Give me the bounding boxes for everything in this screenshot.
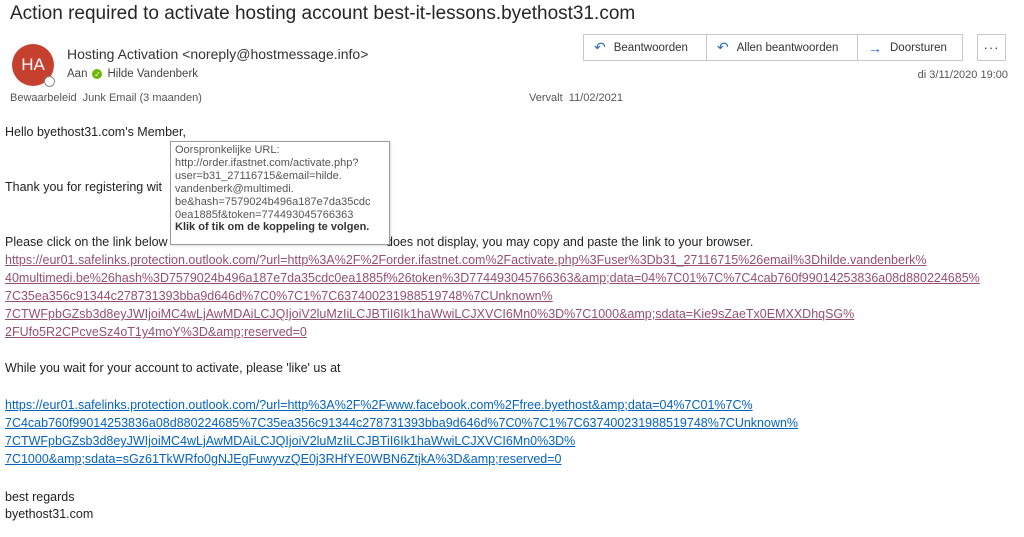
reply-label: Beantwoorden: [613, 41, 688, 54]
signature-text: byethost31.com: [5, 507, 94, 521]
tooltip-line: http://order.ifastnet.com/activate.php?: [175, 156, 359, 169]
activation-link-line[interactable]: 40multimedi.be%26hash%3D7579024b496a187e…: [5, 271, 980, 285]
like-text: While you wait for your account to activ…: [5, 361, 341, 375]
activation-link-line[interactable]: 7C35ea356c91344c278731393bba9d646d%7C0%7…: [5, 289, 553, 303]
tooltip-line: 0ea1885f&token=774493045766363: [175, 208, 354, 221]
reply-all-label: Allen beantwoorden: [736, 41, 839, 54]
reply-all-button[interactable]: ↶ Allen beantwoorden: [706, 34, 858, 61]
message-actions: ↶ Beantwoorden ↶ Allen beantwoorden → Do…: [583, 34, 963, 61]
greeting-text: Hello byethost31.com's Member,: [5, 125, 186, 139]
recipient-line: Aan ✓ Hilde Vandenberk: [67, 68, 198, 80]
facebook-link-line[interactable]: 7C1000&amp;sdata=sGz61TkWRfo0gNJEgFuwyvz…: [5, 452, 561, 466]
presence-status-icon: [44, 76, 55, 87]
facebook-link-line[interactable]: 7C4cab760f99014253836a08d880224685%7C35e…: [5, 416, 798, 430]
facebook-link-line[interactable]: 7CTWFpbGZsb3d8eyJWIjoiMC4wLjAwMDAiLCJQIj…: [5, 434, 575, 448]
tooltip-action-hint: Klik of tik om de koppeling te volgen.: [175, 221, 370, 234]
retention-policy: Bewaarbeleid Junk Email (3 maanden): [10, 92, 202, 104]
avatar-initials: HA: [21, 55, 45, 74]
forward-button[interactable]: → Doorsturen: [857, 34, 963, 61]
recipient-name[interactable]: Hilde Vandenberk: [107, 68, 198, 80]
forward-label: Doorsturen: [890, 41, 947, 54]
regards-text: best regards: [5, 490, 75, 504]
reply-arrow-icon: ↶: [594, 39, 606, 55]
forward-arrow-icon: →: [868, 39, 882, 56]
email-subject: Action required to activate hosting acco…: [10, 3, 636, 24]
facebook-link-line[interactable]: https://eur01.safelinks.protection.outlo…: [5, 398, 753, 412]
reply-all-arrow-icon: ↶: [717, 39, 729, 55]
thanks-text: Thank you for registering wit: [5, 180, 163, 194]
expires-info: Vervalt 11/02/2021: [529, 92, 623, 104]
retention-label: Bewaarbeleid: [10, 92, 77, 104]
link-tooltip: Oorspronkelijke URL: http://order.ifastn…: [170, 141, 390, 245]
check-icon: ✓: [92, 69, 103, 79]
instruction-text-left: Please click on the link below: [5, 235, 168, 249]
reply-button[interactable]: ↶ Beantwoorden: [583, 34, 707, 61]
activation-link-line[interactable]: 2FUfo5R2CPcveSz4oT1y4moY%3D&amp;reserved…: [5, 325, 307, 339]
expires-value: 11/02/2021: [568, 92, 624, 104]
activation-link-line[interactable]: 7CTWFpbGZsb3d8eyJWIjoiMC4wLjAwMDAiLCJQIj…: [5, 307, 854, 321]
tooltip-line: be&hash=7579024b496a187e7da35cdc: [175, 195, 371, 208]
tooltip-line: vandenberk@multimedi.: [175, 182, 294, 195]
to-prefix: Aan: [67, 68, 88, 80]
tooltip-line: user=b31_27116715&email=hilde.: [175, 169, 342, 182]
instruction-text-right: does not display, you may copy and paste…: [386, 235, 754, 249]
tooltip-line: Oorspronkelijke URL:: [175, 144, 280, 156]
expires-label: Vervalt: [529, 92, 563, 104]
activation-link-line[interactable]: https://eur01.safelinks.protection.outlo…: [5, 253, 926, 267]
retention-value: Junk Email (3 maanden): [82, 92, 202, 104]
more-actions-button[interactable]: ···: [977, 34, 1006, 61]
sender-name[interactable]: Hosting Activation <noreply@hostmessage.…: [67, 46, 368, 62]
received-date: di 3/11/2020 19:00: [917, 69, 1008, 81]
